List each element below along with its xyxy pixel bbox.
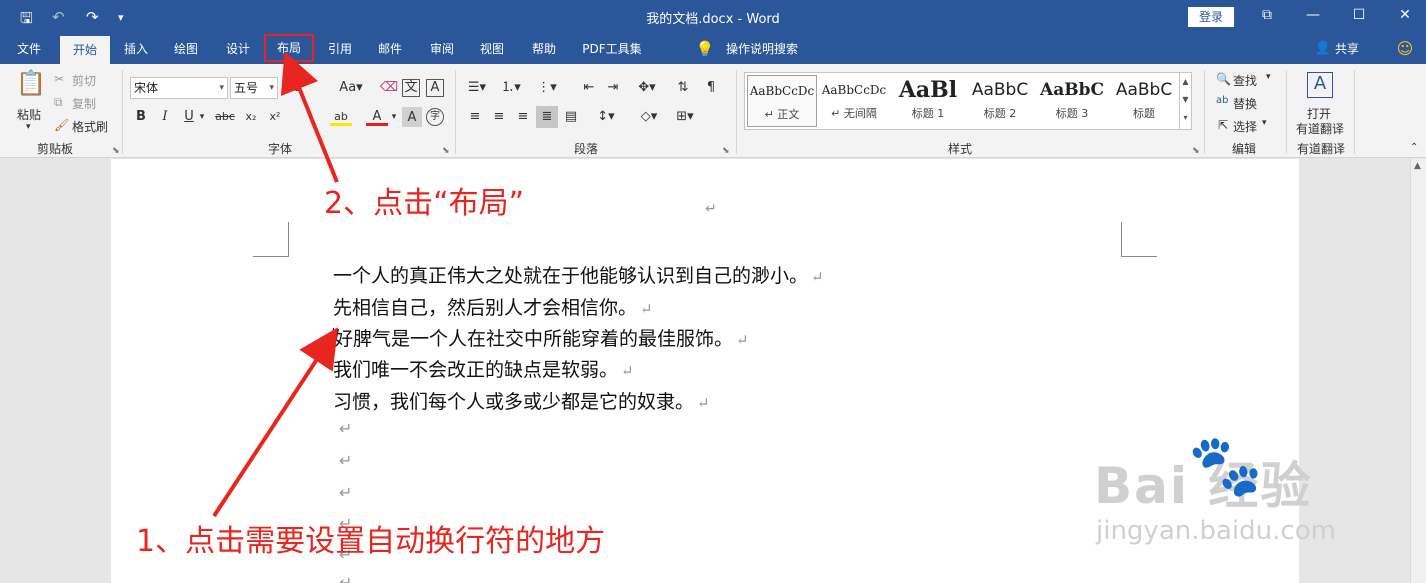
annotation-step1: 1、点击需要设置自动换行符的地方 bbox=[136, 524, 606, 559]
arrow-to-cursor bbox=[212, 327, 338, 518]
annotation-step2: 2、点击“布局” bbox=[324, 186, 525, 221]
arrow-to-layout-tab bbox=[280, 51, 339, 183]
annotation-arrows bbox=[212, 51, 339, 518]
